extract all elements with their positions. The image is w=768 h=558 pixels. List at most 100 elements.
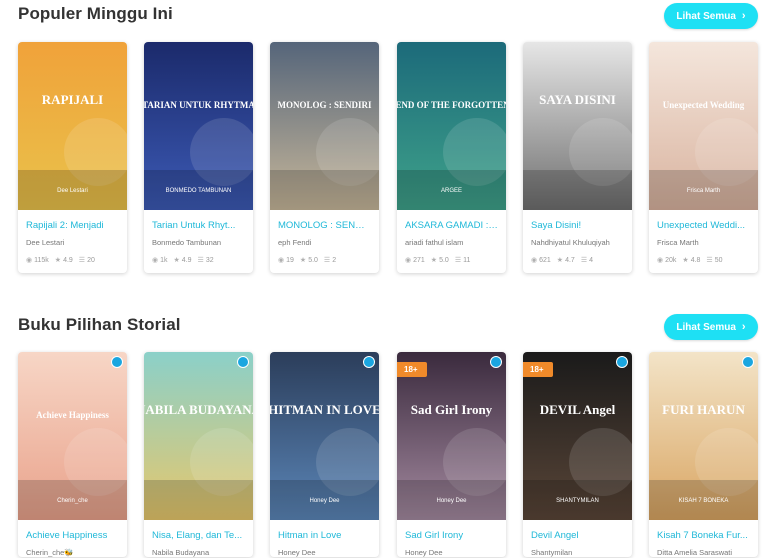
book-card[interactable]: NABILA BUDAYANA Nisa, Elang, dan Te... Nab… xyxy=(144,352,253,557)
see-all-label: Lihat Semua xyxy=(676,321,736,333)
eye-icon: ◉ xyxy=(405,257,412,264)
list-icon: ☰ xyxy=(580,257,588,264)
book-author: Shantymilan xyxy=(531,548,573,557)
chapters-stat: ☰ 32 xyxy=(197,256,214,265)
book-cover[interactable]: SAYA DISINI xyxy=(523,42,632,210)
book-title[interactable]: Saya Disini! xyxy=(531,220,624,231)
views-stat: ◉ 19 xyxy=(278,256,294,265)
section-title-populer: Populer Minggu Ini xyxy=(18,4,173,23)
book-author: Honey Dee xyxy=(278,548,316,557)
list-icon: ☰ xyxy=(323,257,331,264)
book-title[interactable]: Devil Angel xyxy=(531,530,624,541)
book-author: Dee Lestari xyxy=(26,238,65,247)
book-cover[interactable]: MONOLOG : SENDIRI xyxy=(270,42,379,210)
eye-icon: ◉ xyxy=(278,257,285,264)
book-card[interactable]: FURI HARUN KISAH 7 BONEKA Kisah 7 Boneka F… xyxy=(649,352,758,557)
book-title[interactable]: Achieve Happiness xyxy=(26,530,119,541)
chapters-count: 20 xyxy=(87,256,95,264)
rating-value: 4.7 xyxy=(565,256,575,264)
chapters-count: 4 xyxy=(589,256,593,264)
cover-author-text: Honey Dee xyxy=(309,498,340,504)
book-title[interactable]: Sad Girl Irony xyxy=(405,530,498,541)
book-card[interactable]: DEVIL Angel SHANTYMILAN 18+ Devil Angel Shan… xyxy=(523,352,632,557)
views-count: 20k xyxy=(665,256,677,264)
book-cover[interactable]: Achieve Happiness Cherin_che xyxy=(18,352,127,520)
book-card[interactable]: HITMAN IN LOVE Honey Dee Hitman in Love Hon… xyxy=(270,352,379,557)
book-title[interactable]: Unexpected Weddi... xyxy=(657,220,750,231)
book-author: Honey Dee xyxy=(405,548,443,557)
section-title-pilihan: Buku Pilihan Storial xyxy=(18,315,181,334)
book-title[interactable]: Nisa, Elang, dan Te... xyxy=(152,530,245,541)
book-cover[interactable]: FURI HARUN KISAH 7 BONEKA xyxy=(649,352,758,520)
chapters-count: 32 xyxy=(205,256,214,264)
book-title[interactable]: AKSARA GAMADI : ... xyxy=(405,220,498,231)
book-stats: ◉ 1k ★ 4.9 ☰ 32 xyxy=(152,256,245,273)
book-stats: ◉ 271 ★ 5.0 ☰ 11 xyxy=(405,256,498,273)
book-title[interactable]: MONOLOG : SENDI... xyxy=(278,220,371,231)
cover-title-text: Sad Girl Irony xyxy=(411,402,493,417)
storial-badge-icon xyxy=(616,356,628,368)
storial-badge-icon xyxy=(111,356,123,368)
rating-stat: ★ 5.0 xyxy=(431,256,449,265)
book-stats: ◉ 115k ★ 4.9 ☰ 20 xyxy=(26,256,119,273)
storial-badge-icon xyxy=(237,356,249,368)
see-all-button-populer[interactable]: Lihat Semua › xyxy=(664,3,758,29)
cover-author-text: Frisca Marth xyxy=(687,188,720,194)
rating-stat: ★ 5.0 xyxy=(300,256,318,265)
book-title[interactable]: Kisah 7 Boneka Fur... xyxy=(657,530,750,541)
book-cover[interactable]: DEVIL Angel SHANTYMILAN 18+ xyxy=(523,352,632,520)
rating-value: 4.9 xyxy=(181,256,192,264)
book-cover[interactable]: RAPIJALI Dee Lestari xyxy=(18,42,127,210)
cover-author-text: ARGEE xyxy=(441,188,462,194)
views-stat: ◉ 20k xyxy=(657,256,677,265)
cover-title-text: TARIAN UNTUK RHYTMA xyxy=(144,100,253,110)
chapters-count: 11 xyxy=(463,256,471,264)
book-cover[interactable]: THE LEGEND OF THE FORGOTTEN FOREST ARGEE xyxy=(397,42,506,210)
book-card[interactable]: RAPIJALI Dee Lestari Rapijali 2: Menjadi De… xyxy=(18,42,127,273)
views-stat: ◉ 115k xyxy=(26,256,49,265)
rating-stat: ★ 4.9 xyxy=(174,256,192,265)
list-icon: ☰ xyxy=(197,257,204,264)
views-count: 621 xyxy=(539,256,551,264)
book-cover[interactable]: TARIAN UNTUK RHYTMA BONMEDO TAMBUNAN xyxy=(144,42,253,210)
book-title[interactable]: Tarian Untuk Rhyt... xyxy=(152,220,245,231)
star-icon: ★ xyxy=(556,257,564,264)
book-author: Bonmedo Tambunan xyxy=(152,238,222,247)
cover-title-text: MONOLOG : SENDIRI xyxy=(277,100,372,110)
views-count: 115k xyxy=(34,256,49,264)
book-title[interactable]: Hitman in Love xyxy=(278,530,371,541)
views-stat: ◉ 1k xyxy=(152,256,168,265)
chapters-stat: ☰ 11 xyxy=(455,256,471,265)
book-cover[interactable]: HITMAN IN LOVE Honey Dee xyxy=(270,352,379,520)
book-author: Ditta Amelia Saraswati xyxy=(657,548,733,557)
storial-badge-icon xyxy=(363,356,375,368)
book-card[interactable]: Sad Girl Irony Honey Dee 18+ Sad Girl Irony… xyxy=(397,352,506,557)
cover-title-text: HITMAN IN LOVE xyxy=(270,402,379,417)
eye-icon: ◉ xyxy=(531,257,538,264)
cover-title-text: SAYA DISINI xyxy=(539,92,616,107)
book-stats: ◉ 621 ★ 4.7 ☰ 4 xyxy=(531,256,624,273)
book-card[interactable]: MONOLOG : SENDIRI MONOLOG : SENDI... eph F… xyxy=(270,42,379,273)
book-cover[interactable]: Unexpected Wedding Frisca Marth xyxy=(649,42,758,210)
cover-author-text: BONMEDO TAMBUNAN xyxy=(166,188,232,194)
book-card[interactable]: Achieve Happiness Cherin_che Achieve Happi… xyxy=(18,352,127,557)
book-card[interactable]: Unexpected Wedding Frisca Marth Unexpected… xyxy=(649,42,758,273)
eye-icon: ◉ xyxy=(657,257,664,264)
eye-icon: ◉ xyxy=(152,257,159,264)
book-title[interactable]: Rapijali 2: Menjadi xyxy=(26,220,119,231)
book-author: ariadi fathul islam xyxy=(405,238,464,247)
chapters-count: 50 xyxy=(714,256,723,264)
book-card[interactable]: TARIAN UNTUK RHYTMA BONMEDO TAMBUNAN Taria… xyxy=(144,42,253,273)
book-card[interactable]: SAYA DISINI Saya Disini! Nahdhiyatul Khulu… xyxy=(523,42,632,273)
storial-badge-icon xyxy=(742,356,754,368)
age-badge: 18+ xyxy=(523,362,553,377)
book-card[interactable]: THE LEGEND OF THE FORGOTTEN FOREST ARGEE A… xyxy=(397,42,506,273)
chapters-stat: ☰ 20 xyxy=(79,256,95,265)
see-all-button-pilihan[interactable]: Lihat Semua › xyxy=(664,314,758,340)
book-cover[interactable]: Sad Girl Irony Honey Dee 18+ xyxy=(397,352,506,520)
book-cover[interactable]: NABILA BUDAYANA xyxy=(144,352,253,520)
chapters-count: 2 xyxy=(332,256,337,264)
star-icon: ★ xyxy=(54,257,62,264)
rating-stat: ★ 4.8 xyxy=(682,256,700,265)
book-author: Frisca Marth xyxy=(657,238,699,247)
